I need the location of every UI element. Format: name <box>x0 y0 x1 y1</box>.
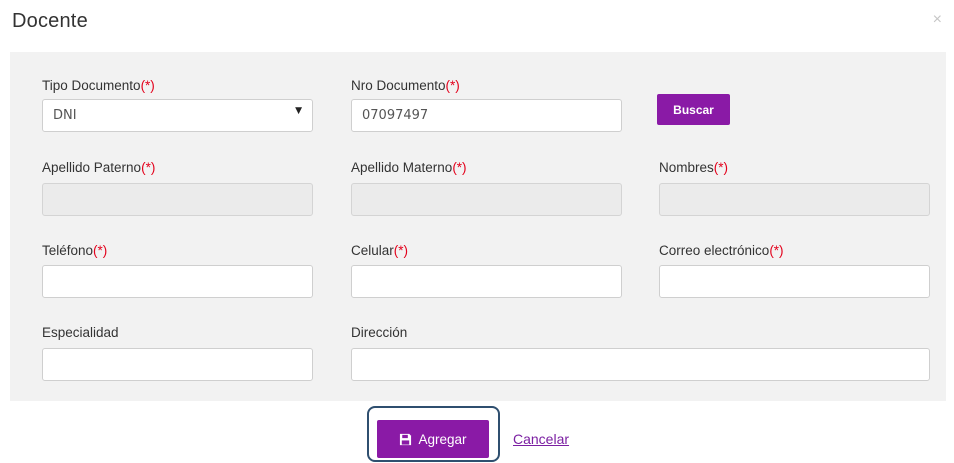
direccion-input[interactable] <box>351 348 930 381</box>
especialidad-label-text: Especialidad <box>42 325 119 340</box>
required-marker: (*) <box>445 78 460 93</box>
telefono-label-text: Teléfono <box>42 243 94 258</box>
nro-documento-input[interactable]: 07097497 <box>351 99 622 132</box>
required-marker: (*) <box>393 243 409 258</box>
apellido-paterno-label-text: Apellido Paterno <box>42 160 142 175</box>
required-marker: (*) <box>93 243 108 258</box>
nombres-input <box>659 183 930 216</box>
especialidad-label: Especialidad <box>42 325 119 340</box>
correo-input[interactable] <box>659 265 930 298</box>
nro-documento-label-text: Nro Documento <box>351 78 446 93</box>
apellido-materno-label: Apellido Materno(*) <box>351 160 467 175</box>
apellido-materno-label-text: Apellido Materno <box>351 160 453 175</box>
required-marker: (*) <box>713 160 729 175</box>
especialidad-input[interactable] <box>42 348 313 381</box>
nro-documento-label: Nro Documento(*) <box>351 78 460 93</box>
docente-modal: Docente × Tipo Documento(*) DNI ▼ Nro Do… <box>0 0 954 463</box>
direccion-label: Dirección <box>351 325 407 340</box>
cancelar-link[interactable]: Cancelar <box>513 431 569 447</box>
caret-down-icon: ▼ <box>295 106 302 116</box>
telefono-input[interactable] <box>42 265 313 298</box>
agregar-button[interactable]: Agregar <box>377 420 489 458</box>
tipo-documento-label-text: Tipo Documento <box>42 78 141 93</box>
required-marker: (*) <box>769 243 784 258</box>
modal-title: Docente <box>12 10 88 32</box>
required-marker: (*) <box>140 78 155 93</box>
nombres-label-text: Nombres <box>659 160 714 175</box>
celular-label-text: Celular <box>351 243 394 258</box>
tipo-documento-value: DNI <box>53 108 77 123</box>
celular-input[interactable] <box>351 265 622 298</box>
celular-label: Celular(*) <box>351 243 408 258</box>
telefono-label: Teléfono(*) <box>42 243 107 258</box>
save-icon <box>400 433 412 445</box>
nro-documento-value: 07097497 <box>362 108 429 123</box>
correo-label: Correo electrónico(*) <box>659 243 784 258</box>
nombres-label: Nombres(*) <box>659 160 728 175</box>
agregar-label: Agregar <box>418 431 467 447</box>
direccion-label-text: Dirección <box>351 325 408 340</box>
tipo-documento-select[interactable]: DNI ▼ <box>42 99 313 132</box>
correo-label-text: Correo electrónico <box>659 243 770 258</box>
apellido-paterno-input <box>42 183 313 216</box>
required-marker: (*) <box>141 160 156 175</box>
required-marker: (*) <box>452 160 467 175</box>
apellido-materno-input <box>351 183 622 216</box>
apellido-paterno-label: Apellido Paterno(*) <box>42 160 155 175</box>
tipo-documento-label: Tipo Documento(*) <box>42 78 155 93</box>
buscar-button[interactable]: Buscar <box>657 94 730 125</box>
close-icon[interactable]: × <box>933 10 942 30</box>
